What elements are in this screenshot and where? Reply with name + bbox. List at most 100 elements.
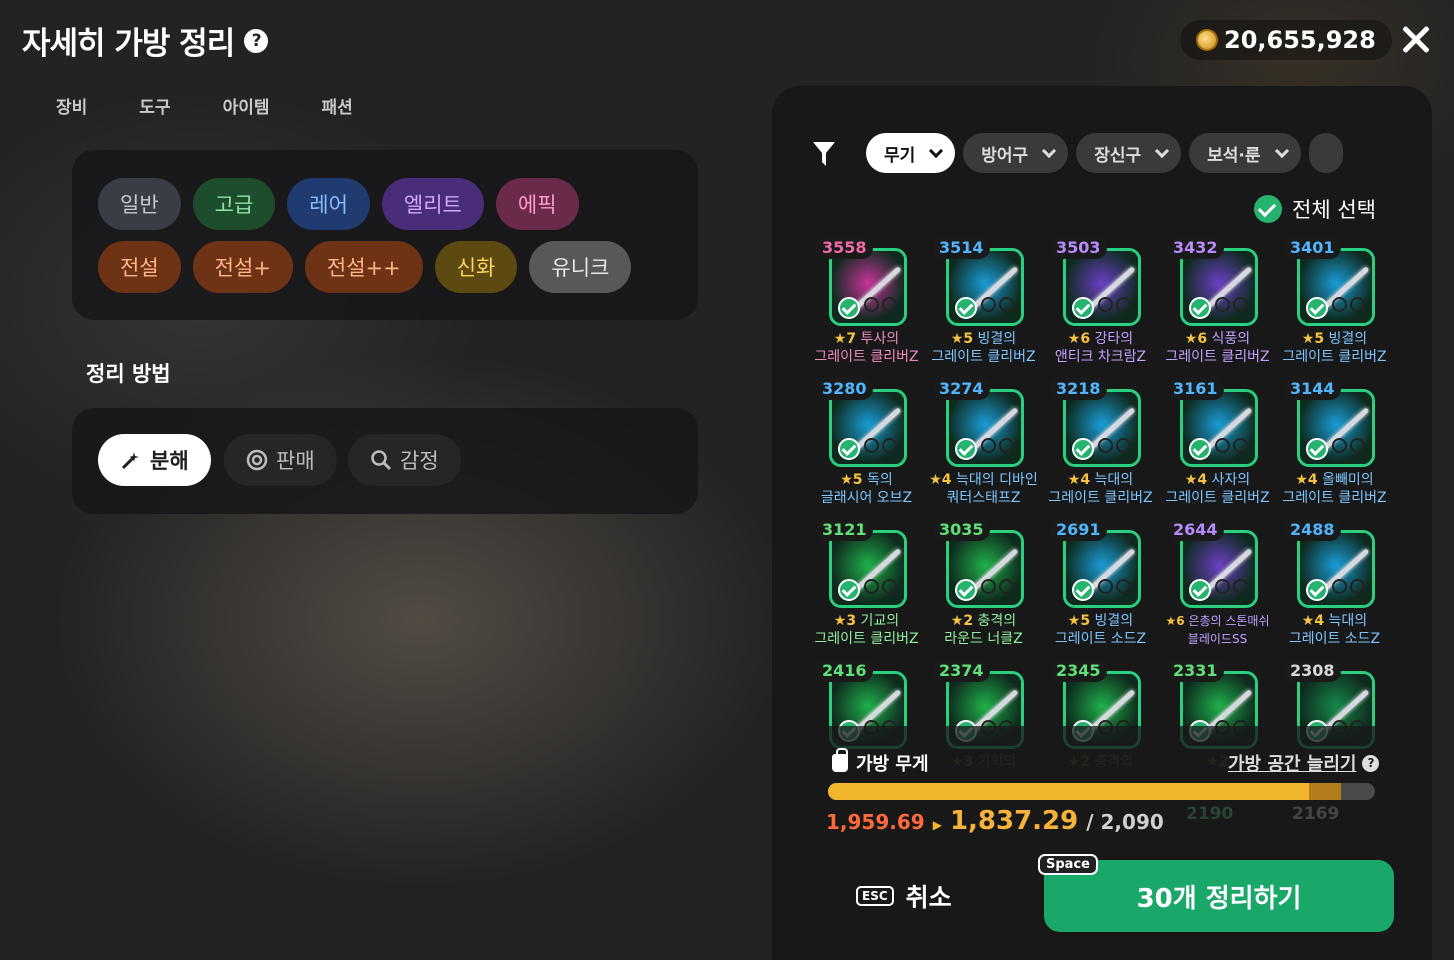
grade-filter-panel: 일반 고급 레어 엘리트 에픽 전설 전설+ 전설++ 신화 유니크 xyxy=(72,150,698,320)
item-name-line1: 빙결의 xyxy=(1328,331,1368,347)
grade-chip[interactable]: 전설 xyxy=(98,241,181,293)
item-name-line1: 식풍의 xyxy=(1211,331,1251,347)
item-score: 2345 xyxy=(1050,660,1107,682)
weapon-orb-icon xyxy=(1332,579,1370,595)
appraise-button[interactable]: 감정 xyxy=(348,434,461,486)
item-name: ★4 늑대의 디바인 쿼터스태프Z xyxy=(919,471,1048,507)
inventory-item[interactable]: 3218 ★4 늑대의 그레이트 클리버Z xyxy=(1042,378,1159,506)
item-name-line2: 그레이트 소드Z xyxy=(1054,631,1147,647)
item-score: 3401 xyxy=(1284,237,1341,259)
item-name-line2: 그레이트 클리버Z xyxy=(1165,349,1270,365)
close-icon[interactable] xyxy=(1396,20,1436,60)
gold-amount: 20,655,928 xyxy=(1224,26,1376,54)
item-name-line2: 라운드 너클Z xyxy=(944,631,1023,647)
filter-icon[interactable] xyxy=(812,140,836,168)
expand-bag-link[interactable]: 가방 공간 늘리기 ? xyxy=(1228,750,1380,776)
filter-more[interactable] xyxy=(1308,133,1343,173)
check-icon xyxy=(838,579,860,601)
tab-tools[interactable]: 도구 xyxy=(117,84,192,126)
inventory-item[interactable]: 3274 ★4 늑대의 디바인 쿼터스태프Z xyxy=(925,378,1042,506)
sell-button[interactable]: 판매 xyxy=(224,434,337,486)
grade-chip[interactable]: 일반 xyxy=(98,178,181,230)
inventory-item[interactable]: 3401 ★5 빙결의 그레이트 클리버Z xyxy=(1276,237,1393,365)
grade-chip[interactable]: 에픽 xyxy=(495,178,579,230)
coin-sell-icon xyxy=(246,449,268,471)
item-score: 2488 xyxy=(1284,519,1341,541)
weight-max: / 2,090 xyxy=(1086,810,1164,834)
filter-gem-rune[interactable]: 보석·룬 xyxy=(1189,133,1301,173)
inventory-item[interactable]: 3432 ★6 식풍의 그레이트 클리버Z xyxy=(1159,237,1276,365)
tab-fashion[interactable]: 패션 xyxy=(299,84,374,126)
item-name: ★3 기교의 그레이트 클리버Z xyxy=(802,612,931,648)
inventory-item[interactable]: 2488 ★4 늑대의 그레이트 소드Z xyxy=(1276,519,1393,647)
check-icon xyxy=(1254,195,1282,223)
grade-chip[interactable]: 신화 xyxy=(434,241,518,293)
cancel-button[interactable]: ESC 취소 xyxy=(856,878,952,914)
filter-armor[interactable]: 방어구 xyxy=(963,133,1069,173)
item-stars: ★3 xyxy=(833,613,857,629)
weapon-orb-icon xyxy=(864,297,902,313)
item-stars: ★5 xyxy=(1067,613,1091,629)
inventory-item[interactable]: 2644 ★6 은총의 스톤매쉬 블레이드SS xyxy=(1159,519,1276,646)
check-icon xyxy=(1072,579,1094,601)
item-stars: ★4 xyxy=(929,472,952,488)
item-name-line2: 블레이드SS xyxy=(1187,632,1248,646)
inventory-item[interactable]: 3161 ★4 사자의 그레이트 클리버Z xyxy=(1159,378,1276,506)
select-all-toggle[interactable]: 전체 선택 xyxy=(1254,194,1376,224)
disassemble-button[interactable]: 분해 xyxy=(98,434,211,486)
item-name-line1: 독의 xyxy=(866,472,893,488)
help-icon[interactable]: ? xyxy=(244,28,269,53)
grade-chip[interactable]: 유니크 xyxy=(529,241,632,293)
page-title-text: 자세히 가방 정리 xyxy=(22,26,235,62)
grade-chip[interactable]: 전설++ xyxy=(304,241,423,293)
item-stars: ★2 xyxy=(950,613,974,629)
filter-armor-label: 방어구 xyxy=(981,145,1029,166)
bag-weight-label: 가방 무게 xyxy=(832,748,929,776)
item-name-line1: 투사의 xyxy=(860,331,900,347)
item-name: ★6 은총의 스톤매쉬 블레이드SS xyxy=(1153,612,1282,648)
check-icon xyxy=(838,438,860,460)
item-stars: ★4 xyxy=(1295,472,1318,488)
item-stars: ★4 xyxy=(1184,472,1208,488)
item-score: 3280 xyxy=(816,378,873,400)
grade-chip[interactable]: 레어 xyxy=(287,178,370,230)
grade-row-2: 전설 전설+ 전설++ 신화 유니크 xyxy=(98,241,632,293)
item-name-line2: 앤티크 차크람Z xyxy=(1054,349,1147,365)
inventory-item[interactable]: 3558 ★7 투사의 그레이트 클리버Z xyxy=(808,237,925,365)
inventory-item[interactable]: 2691 ★5 빙결의 그레이트 소드Z xyxy=(1042,519,1159,647)
weight-bar xyxy=(828,783,1375,800)
inventory-item[interactable]: 3280 ★5 독의 글래시어 오브Z xyxy=(808,378,925,506)
inventory-item[interactable]: 3503 ★6 강타의 앤티크 차크람Z xyxy=(1042,237,1159,365)
item-name: ★4 사자의 그레이트 클리버Z xyxy=(1153,471,1282,507)
tab-items[interactable]: 아이템 xyxy=(201,84,292,126)
space-key-badge: Space xyxy=(1038,854,1098,875)
filter-weapon[interactable]: 무기 xyxy=(866,133,956,173)
item-score: 3503 xyxy=(1050,237,1107,259)
item-icon xyxy=(946,389,1024,467)
weapon-orb-icon xyxy=(1332,297,1370,313)
help-icon[interactable]: ? xyxy=(1362,754,1380,772)
filter-gem-rune-label: 보석·룬 xyxy=(1207,145,1261,166)
item-name-line1: 빙결의 xyxy=(1094,613,1134,629)
grade-chip[interactable]: 엘리트 xyxy=(381,178,484,230)
weapon-orb-icon xyxy=(981,297,1019,313)
inventory-item[interactable]: 3144 ★4 올빼미의 그레이트 클리버Z xyxy=(1276,378,1393,506)
grade-row-1: 일반 고급 레어 엘리트 에픽 xyxy=(98,178,579,230)
inventory-item[interactable]: 3121 ★3 기교의 그레이트 클리버Z xyxy=(808,519,925,647)
item-icon xyxy=(829,248,907,326)
check-icon xyxy=(955,579,977,601)
item-icon xyxy=(1063,248,1141,326)
grade-chip[interactable]: 고급 xyxy=(192,178,276,230)
filter-accessory[interactable]: 장신구 xyxy=(1076,133,1182,173)
inventory-item[interactable]: 3514 ★5 빙결의 그레이트 클리버Z xyxy=(925,237,1042,365)
item-name: ★2 충격의 라운드 너클Z xyxy=(919,612,1048,648)
item-icon xyxy=(829,530,907,608)
item-name-line2: 그레이트 클리버Z xyxy=(814,631,919,647)
grade-chip[interactable]: 전설+ xyxy=(192,241,293,293)
inventory-item[interactable]: 3035 ★2 충격의 라운드 너클Z xyxy=(925,519,1042,647)
page-title: 자세히 가방 정리 ? xyxy=(22,18,269,63)
tab-equipment[interactable]: 장비 xyxy=(34,84,109,126)
check-icon xyxy=(1072,438,1094,460)
disassemble-icon xyxy=(121,452,139,470)
check-icon xyxy=(838,297,860,319)
